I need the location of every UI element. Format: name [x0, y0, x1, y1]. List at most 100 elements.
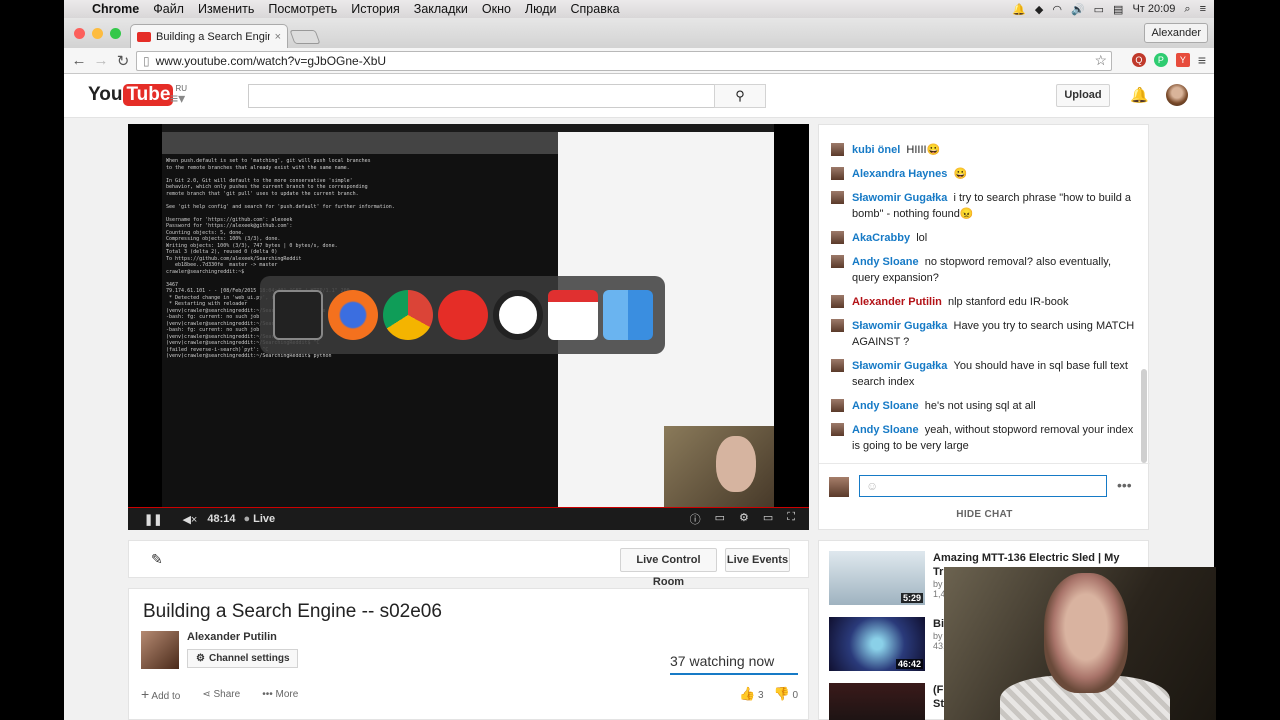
chat-scrollbar[interactable] [1141, 369, 1147, 463]
terminal-app-icon [272, 290, 323, 340]
more-button[interactable]: ••• More [262, 689, 298, 700]
channel-name[interactable]: Alexander Putilin [187, 631, 277, 643]
chat-author-avatar[interactable] [831, 423, 844, 436]
related-title-line2[interactable]: St [933, 697, 944, 711]
search-input[interactable] [248, 84, 714, 108]
flag-icon[interactable]: ▤ [1113, 3, 1123, 16]
chat-author[interactable]: Sławomir Gugałka [852, 320, 947, 332]
chat-author[interactable]: Alexandra Haynes [852, 168, 947, 180]
share-icon: ⋖ [202, 688, 211, 700]
terminal-titlebar [162, 132, 558, 154]
watching-count: 37 watching now [670, 653, 775, 669]
chat-text: nlp stanford edu IR-book [947, 296, 1069, 308]
fullscreen-icon[interactable]: ⛶ [787, 511, 795, 527]
chat-author[interactable]: Sławomir Gugałka [852, 360, 947, 372]
share-button[interactable]: ⋖ Share [202, 689, 240, 700]
avatar[interactable] [1166, 84, 1188, 106]
chat-author[interactable]: Sławomir Gugałka [852, 192, 947, 204]
hide-chat-button[interactable]: HIDE CHAT [819, 509, 1150, 520]
chat-author[interactable]: Alexander Putilin [852, 296, 942, 308]
upload-button[interactable]: Upload [1056, 84, 1110, 107]
bookmark-star-icon[interactable]: ☆ [1094, 52, 1107, 69]
menubar-clock[interactable]: Чт 20:09 [1132, 3, 1175, 15]
live-control-room-button[interactable]: Live Control Room [620, 548, 717, 588]
related-title[interactable]: Amazing MTT-136 Electric Sled | My [933, 551, 1119, 565]
live-events-button[interactable]: Live Events [725, 548, 790, 572]
pause-icon[interactable]: ❚❚ [144, 513, 162, 526]
spotlight-search-icon[interactable]: ⌕ [1184, 3, 1190, 16]
new-tab-button[interactable] [289, 30, 321, 44]
guide-menu-icon[interactable]: ≡▾ [170, 90, 185, 107]
menu-people[interactable]: Люди [518, 2, 564, 16]
menu-bookmarks[interactable]: Закладки [407, 2, 475, 16]
menu-app-name[interactable]: Chrome [85, 2, 146, 16]
chat-author-avatar[interactable] [831, 143, 844, 156]
menu-edit[interactable]: Изменить [191, 2, 261, 16]
related-thumbnail[interactable]: 46:42 [829, 617, 925, 671]
captions-icon[interactable]: ▭ [715, 511, 725, 527]
channel-settings-button[interactable]: ⚙ Channel settings [187, 649, 298, 668]
settings-gear-icon[interactable]: ⚙ [739, 511, 749, 527]
extension-red-icon[interactable]: Q [1131, 53, 1146, 67]
chat-author[interactable]: Andy Sloane [852, 256, 919, 268]
edit-pencil-icon[interactable]: ✎ [151, 551, 163, 568]
related-video-item[interactable]: 46:42 Bi by 43, [829, 617, 946, 671]
menu-window[interactable]: Окно [475, 2, 518, 16]
menu-history[interactable]: История [344, 2, 406, 16]
chat-author-avatar[interactable] [831, 295, 844, 308]
chat-author-avatar[interactable] [831, 167, 844, 180]
address-bar[interactable]: ▯ www.youtube.com/watch?v=gJbOGne-XbU ☆ [136, 51, 1112, 71]
notification-center-icon[interactable]: ≡ [1200, 3, 1206, 15]
live-label[interactable]: Live [253, 513, 275, 525]
minimize-window-button[interactable] [92, 28, 103, 39]
chat-author-avatar[interactable] [831, 255, 844, 268]
chrome-menu-icon[interactable]: ≡ [1198, 52, 1206, 68]
chat-author-avatar[interactable] [831, 359, 844, 372]
chat-author-avatar[interactable] [831, 191, 844, 204]
volume-icon[interactable]: 🔊 [1071, 3, 1085, 16]
chat-author[interactable]: AkaCrabby [852, 232, 910, 244]
close-window-button[interactable] [74, 28, 85, 39]
theater-mode-icon[interactable]: ▭ [763, 511, 773, 527]
dropbox-icon[interactable]: ◆ [1035, 3, 1043, 16]
related-video-item[interactable]: (F St [829, 683, 944, 720]
chat-author-avatar[interactable] [831, 231, 844, 244]
chat-author[interactable]: Andy Sloane [852, 424, 919, 436]
wifi-icon[interactable]: ◠ [1052, 3, 1062, 16]
chat-author-avatar[interactable] [831, 319, 844, 332]
tab-close-icon[interactable]: × [275, 31, 281, 43]
video-player[interactable]: When push.default is set to 'matching', … [128, 124, 809, 530]
profile-button[interactable]: Alexander [1144, 23, 1208, 43]
emoji-icon[interactable]: ☺ [866, 479, 878, 493]
menu-view[interactable]: Посмотреть [261, 2, 344, 16]
dislike-button[interactable]: 👎 0 [774, 686, 799, 702]
reload-icon[interactable]: ↻ [112, 52, 134, 70]
search-button[interactable]: ⚲ [714, 84, 766, 108]
menu-file[interactable]: Файл [146, 2, 191, 16]
chat-author[interactable]: Andy Sloane [852, 400, 919, 412]
forward-arrow-icon[interactable]: → [90, 52, 112, 69]
chat-author[interactable]: kubi önel [852, 144, 900, 156]
like-button[interactable]: 👍 3 [739, 686, 764, 702]
extension-green-icon[interactable]: P [1153, 53, 1168, 67]
battery-icon[interactable]: ▭ [1094, 3, 1104, 16]
related-thumbnail[interactable]: 5:29 [829, 551, 925, 605]
bell-icon[interactable]: 🔔 [1130, 86, 1149, 104]
chat-message-input[interactable]: ☺ [859, 475, 1107, 497]
extension-badge-icon[interactable]: Y [1175, 53, 1190, 67]
chat-text: 😀 [953, 168, 968, 180]
notification-icon[interactable]: 🔔 [1012, 3, 1026, 16]
browser-tab[interactable]: Building a Search Engine × [130, 24, 288, 48]
chat-author-avatar[interactable] [831, 399, 844, 412]
related-title[interactable]: (F [933, 683, 944, 697]
zoom-window-button[interactable] [110, 28, 121, 39]
channel-avatar[interactable] [141, 631, 179, 669]
chat-message: Sławomir Gugałka Have you try to search … [819, 314, 1148, 354]
info-icon[interactable]: ⓘ [690, 511, 701, 527]
menu-help[interactable]: Справка [564, 2, 627, 16]
volume-icon[interactable]: ◀× [182, 513, 197, 526]
more-options-icon[interactable]: ••• [1117, 477, 1132, 493]
back-arrow-icon[interactable]: ← [68, 52, 90, 69]
add-to-button[interactable]: + Add to [141, 686, 180, 702]
related-thumbnail[interactable] [829, 683, 925, 720]
